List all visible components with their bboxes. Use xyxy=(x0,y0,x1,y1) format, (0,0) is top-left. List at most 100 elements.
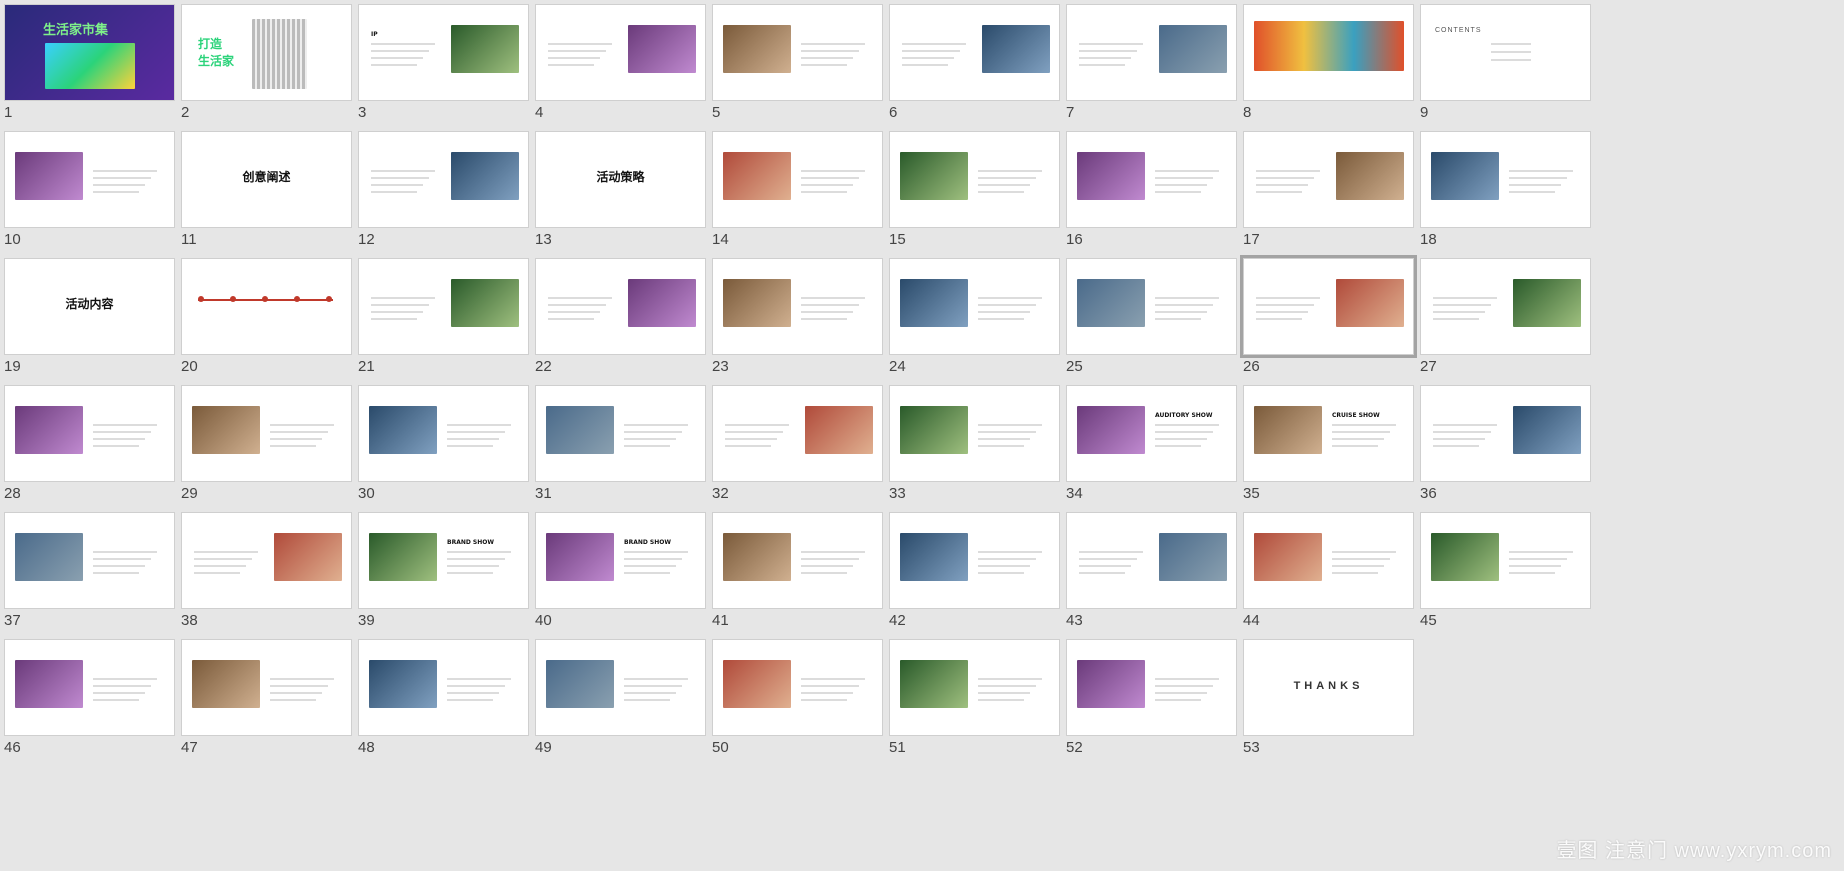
slide-thumbnail[interactable]: BRAND SHOW 40 xyxy=(533,508,708,638)
slide-preview[interactable] xyxy=(358,258,529,355)
slide-thumbnail[interactable]: 8 xyxy=(1241,0,1416,130)
slide-preview[interactable]: BRAND SHOW xyxy=(358,512,529,609)
slide-preview[interactable] xyxy=(1066,512,1237,609)
slide-preview[interactable] xyxy=(1420,512,1591,609)
slide-preview[interactable] xyxy=(4,512,175,609)
slide-thumbnail[interactable]: 12 xyxy=(356,127,531,257)
slide-preview[interactable] xyxy=(712,639,883,736)
slide-thumbnail[interactable]: 33 xyxy=(887,381,1062,511)
slide-thumbnail[interactable]: 37 xyxy=(2,508,177,638)
slide-preview[interactable] xyxy=(1066,258,1237,355)
slide-preview[interactable] xyxy=(1420,385,1591,482)
slide-thumbnail[interactable]: 45 xyxy=(1418,508,1593,638)
slide-preview[interactable] xyxy=(1243,4,1414,101)
slide-preview[interactable]: AUDITORY SHOW xyxy=(1066,385,1237,482)
slide-thumbnail[interactable]: 26 xyxy=(1240,254,1417,384)
slide-thumbnail[interactable]: CRUISE SHOW 35 xyxy=(1241,381,1416,511)
slide-preview[interactable] xyxy=(1240,255,1417,358)
slide-thumbnail[interactable]: 17 xyxy=(1241,127,1416,257)
slide-thumbnail[interactable]: 创意阐述 11 xyxy=(179,127,354,257)
slide-thumbnail[interactable]: 27 xyxy=(1418,254,1593,384)
slide-preview[interactable]: CONTENTS xyxy=(1420,4,1591,101)
slide-thumbnail[interactable]: 32 xyxy=(710,381,885,511)
slide-thumbnail[interactable]: 48 xyxy=(356,635,531,765)
slide-thumbnail[interactable]: 14 xyxy=(710,127,885,257)
slide-thumbnail[interactable]: 22 xyxy=(533,254,708,384)
slide-preview[interactable] xyxy=(889,131,1060,228)
slide-preview[interactable] xyxy=(4,131,175,228)
slide-thumbnail[interactable]: 42 xyxy=(887,508,1062,638)
slide-thumbnail[interactable]: 30 xyxy=(356,381,531,511)
slide-preview[interactable] xyxy=(889,4,1060,101)
slide-thumbnail[interactable]: THANKS 53 xyxy=(1241,635,1416,765)
slide-preview[interactable]: THANKS xyxy=(1243,639,1414,736)
slide-thumbnail[interactable]: 25 xyxy=(1064,254,1239,384)
slide-preview[interactable] xyxy=(181,258,352,355)
slide-preview[interactable] xyxy=(535,258,706,355)
slide-preview[interactable] xyxy=(712,512,883,609)
slide-thumbnail[interactable]: 10 xyxy=(2,127,177,257)
slide-thumbnail[interactable]: 5 xyxy=(710,0,885,130)
slide-thumbnail[interactable]: 28 xyxy=(2,381,177,511)
slide-thumbnail[interactable]: 活动内容 19 xyxy=(2,254,177,384)
slide-preview[interactable] xyxy=(535,639,706,736)
slide-thumbnail[interactable]: 38 xyxy=(179,508,354,638)
slide-thumbnail[interactable]: 4 xyxy=(533,0,708,130)
slide-thumbnail[interactable]: 21 xyxy=(356,254,531,384)
slide-thumbnail[interactable]: 打造 生活家 2 xyxy=(179,0,354,130)
slide-preview[interactable] xyxy=(4,385,175,482)
slide-preview[interactable] xyxy=(4,639,175,736)
slide-preview[interactable] xyxy=(712,385,883,482)
slide-preview[interactable]: 活动内容 xyxy=(4,258,175,355)
slide-preview[interactable] xyxy=(1420,131,1591,228)
slide-thumbnail[interactable]: 23 xyxy=(710,254,885,384)
slide-thumbnail[interactable]: AUDITORY SHOW 34 xyxy=(1064,381,1239,511)
slide-thumbnail[interactable]: 50 xyxy=(710,635,885,765)
slide-thumbnail[interactable]: BRAND SHOW 39 xyxy=(356,508,531,638)
slide-thumbnail[interactable]: 6 xyxy=(887,0,1062,130)
slide-thumbnail[interactable]: 47 xyxy=(179,635,354,765)
slide-preview[interactable] xyxy=(358,385,529,482)
slide-preview[interactable] xyxy=(1066,4,1237,101)
slide-thumbnail[interactable]: 43 xyxy=(1064,508,1239,638)
slide-thumbnail[interactable]: 16 xyxy=(1064,127,1239,257)
slide-preview[interactable] xyxy=(712,131,883,228)
slide-preview[interactable] xyxy=(889,385,1060,482)
slide-thumbnail[interactable]: IP 3 xyxy=(356,0,531,130)
slide-thumbnail[interactable]: 活动策略 13 xyxy=(533,127,708,257)
slide-thumbnail[interactable]: 41 xyxy=(710,508,885,638)
slide-preview[interactable]: 生活家市集 xyxy=(4,4,175,101)
slide-preview[interactable]: IP xyxy=(358,4,529,101)
slide-preview[interactable] xyxy=(1066,639,1237,736)
slide-preview[interactable]: 打造 生活家 xyxy=(181,4,352,101)
slide-preview[interactable] xyxy=(358,639,529,736)
slide-preview[interactable] xyxy=(181,385,352,482)
slide-preview[interactable]: 活动策略 xyxy=(535,131,706,228)
slide-thumbnail[interactable]: 15 xyxy=(887,127,1062,257)
slide-preview[interactable] xyxy=(535,4,706,101)
slide-preview[interactable]: BRAND SHOW xyxy=(535,512,706,609)
slide-preview[interactable] xyxy=(889,258,1060,355)
slide-preview[interactable]: CRUISE SHOW xyxy=(1243,385,1414,482)
slide-thumbnail[interactable]: 31 xyxy=(533,381,708,511)
slide-thumbnail[interactable]: 49 xyxy=(533,635,708,765)
slide-thumbnail[interactable]: 36 xyxy=(1418,381,1593,511)
slide-preview[interactable] xyxy=(889,639,1060,736)
slide-preview[interactable] xyxy=(1066,131,1237,228)
slide-preview[interactable] xyxy=(1420,258,1591,355)
slide-preview[interactable] xyxy=(712,258,883,355)
slide-thumbnail[interactable]: 生活家市集 1 xyxy=(2,0,177,130)
slide-thumbnail[interactable]: 20 xyxy=(179,254,354,384)
slide-preview[interactable] xyxy=(181,512,352,609)
slide-thumbnail[interactable]: 51 xyxy=(887,635,1062,765)
slide-preview[interactable]: 创意阐述 xyxy=(181,131,352,228)
slide-preview[interactable] xyxy=(1243,512,1414,609)
slide-preview[interactable] xyxy=(712,4,883,101)
slide-preview[interactable] xyxy=(358,131,529,228)
slide-preview[interactable] xyxy=(535,385,706,482)
slide-thumbnail[interactable]: 18 xyxy=(1418,127,1593,257)
slide-thumbnail[interactable]: 52 xyxy=(1064,635,1239,765)
slide-thumbnail[interactable]: 7 xyxy=(1064,0,1239,130)
slide-preview[interactable] xyxy=(1243,131,1414,228)
slide-thumbnail[interactable]: 46 xyxy=(2,635,177,765)
